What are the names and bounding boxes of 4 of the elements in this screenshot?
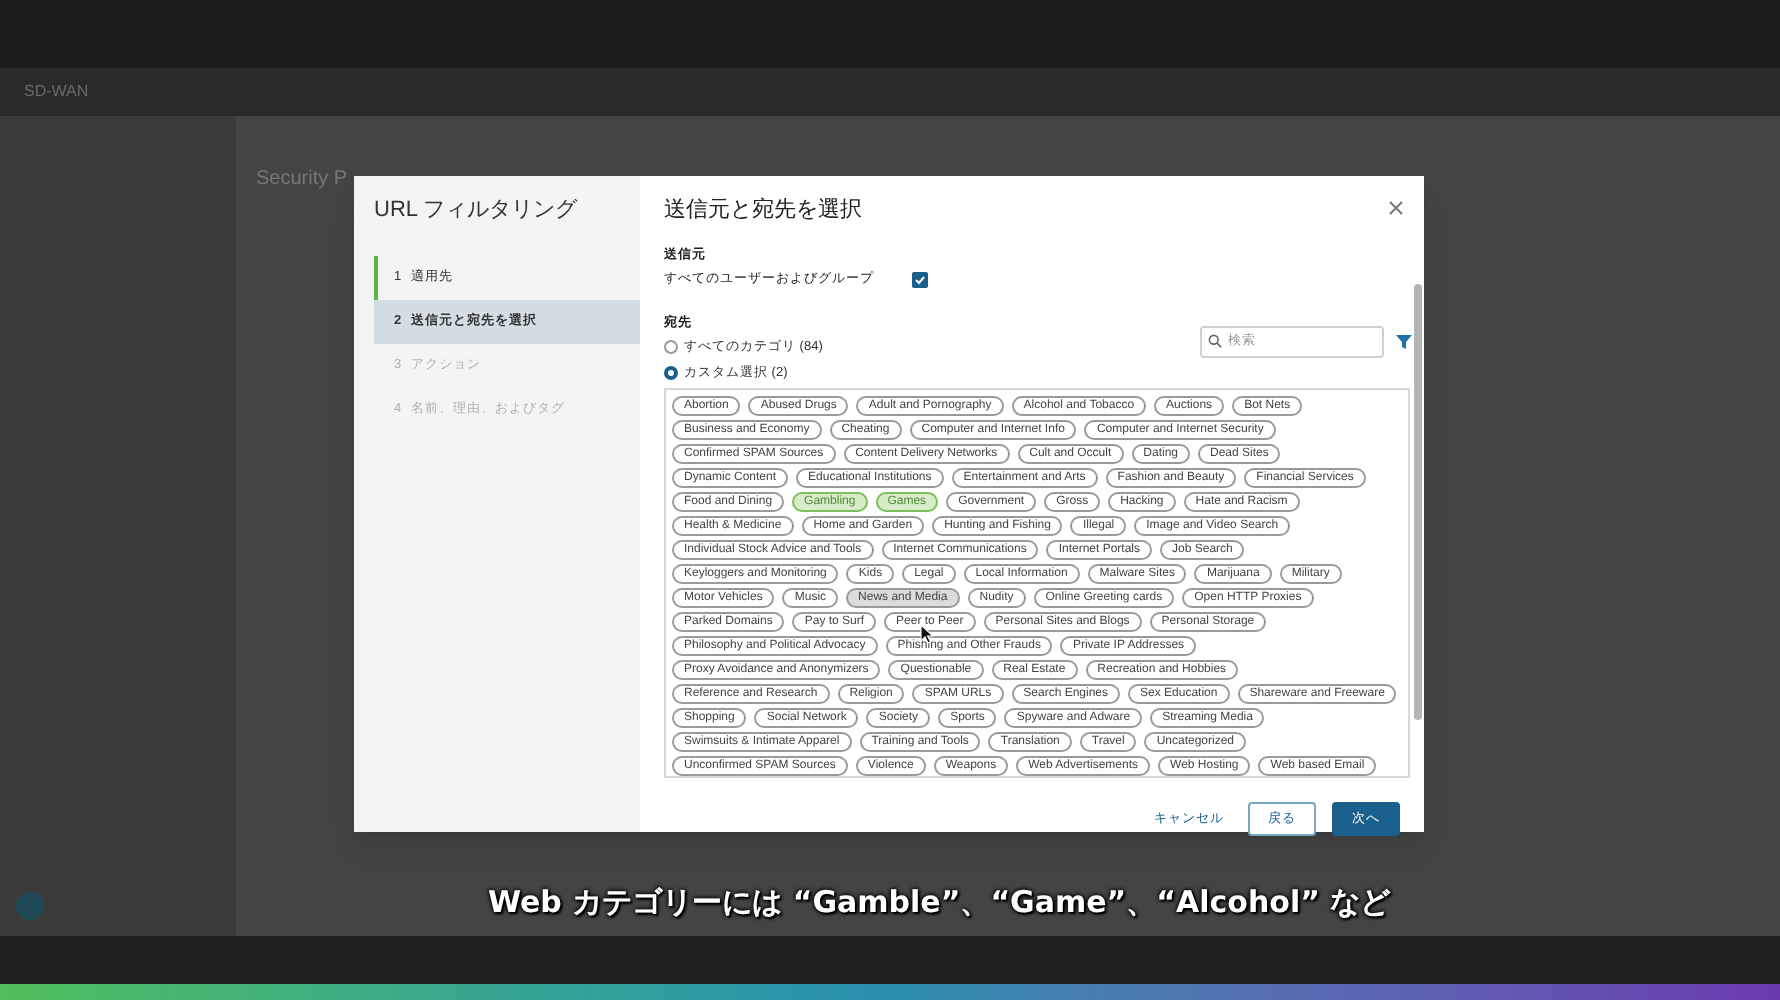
wizard-title: URL フィルタリング — [374, 196, 580, 226]
dialog-title: 送信元と宛先を選択 — [664, 195, 862, 226]
subtitle-caption: Web カテゴリーには “Gamble”、“Game”、“Alcohol” など — [488, 882, 1391, 924]
product-name: SD-WAN — [24, 80, 89, 104]
